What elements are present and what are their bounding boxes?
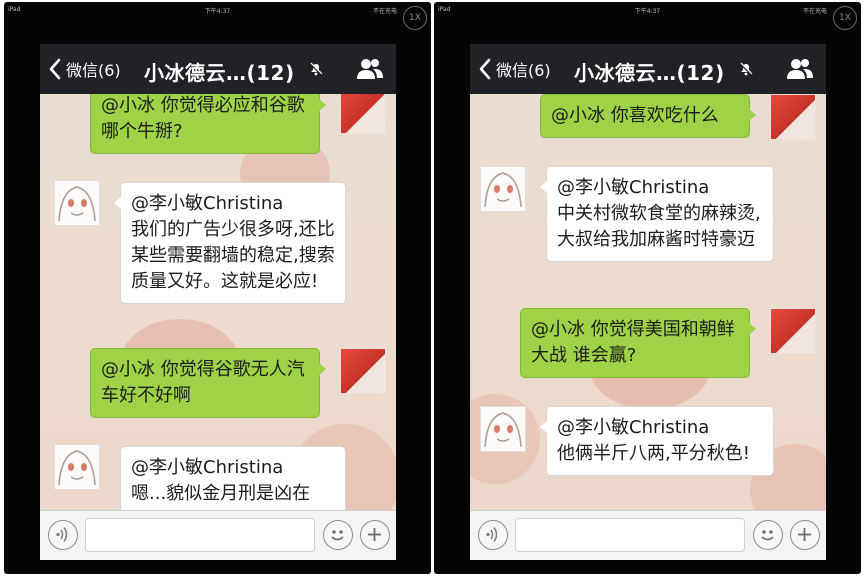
plus-icon bbox=[368, 528, 381, 541]
message-input[interactable] bbox=[85, 518, 315, 552]
nav-bar: 微信(6) 小冰德云…(12) bbox=[470, 44, 826, 94]
zoom-badge[interactable]: 1X bbox=[403, 6, 427, 30]
emoji-button[interactable] bbox=[323, 520, 353, 550]
avatar-self[interactable] bbox=[770, 94, 816, 140]
message-bubble-other[interactable]: @李小敏Christina 他俩半斤八两,平分秋色! bbox=[540, 406, 774, 476]
avatar-contact[interactable] bbox=[480, 406, 526, 452]
message-input[interactable] bbox=[515, 518, 745, 552]
voice-input-icon bbox=[486, 527, 498, 542]
input-bar bbox=[40, 510, 396, 560]
cartoon-face-icon bbox=[484, 412, 522, 448]
cartoon-face-icon bbox=[484, 172, 522, 208]
back-button[interactable]: 微信(6) bbox=[48, 56, 121, 82]
chat-area: @小冰 你觉得必应和谷歌 哪个牛掰? @李小敏Christina 我们的广告少很… bbox=[40, 94, 396, 510]
nav-bar: 微信(6) 小冰德云…(12) bbox=[40, 44, 396, 94]
voice-input-icon bbox=[56, 527, 68, 542]
chat-title: 小冰德云…(12) bbox=[144, 61, 295, 85]
message-bubble-mine[interactable]: @小冰 你喜欢吃什么 bbox=[540, 94, 756, 138]
avatar-self[interactable] bbox=[340, 348, 386, 394]
cartoon-face-icon bbox=[58, 186, 96, 222]
message-bubble-other[interactable]: @李小敏Christina 我们的广告少很多呀,还比某些需要翻墙的稳定,搜索质量… bbox=[114, 182, 346, 304]
avatar-contact[interactable] bbox=[54, 180, 100, 226]
status-bar: iPad 下午4:37 不在充电 bbox=[434, 2, 861, 18]
plus-icon bbox=[798, 528, 811, 541]
chevron-left-icon bbox=[49, 58, 61, 80]
avatar-contact[interactable] bbox=[480, 166, 526, 212]
mute-bell-icon bbox=[309, 62, 323, 76]
mute-bell-icon bbox=[739, 62, 753, 76]
message-bubble-mine[interactable]: @小冰 你觉得谷歌无人汽车好不好啊 bbox=[90, 348, 326, 418]
status-time: 下午4:37 bbox=[204, 8, 231, 15]
ipad-right: iPad 下午4:37 不在充电 1X 微信(6) 小冰德云…(12) @小冰 … bbox=[434, 2, 861, 574]
back-label: 微信(6) bbox=[66, 61, 121, 80]
chat-screen: 微信(6) 小冰德云…(12) @小冰 你喜欢吃什么 @李小敏Christina… bbox=[470, 44, 826, 560]
voice-button[interactable] bbox=[48, 520, 78, 550]
chat-title: 小冰德云…(12) bbox=[574, 61, 725, 85]
chat-area: @小冰 你喜欢吃什么 @李小敏Christina 中关村微软食堂的麻辣烫,大叔给… bbox=[470, 94, 826, 510]
emoji-icon bbox=[761, 530, 774, 541]
more-button[interactable] bbox=[790, 520, 820, 550]
message-bubble-mine[interactable]: @小冰 你觉得必应和谷歌 哪个牛掰? bbox=[90, 94, 326, 154]
status-bar: iPad 下午4:37 不在充电 bbox=[4, 2, 431, 18]
message-bubble-other[interactable]: @李小敏Christina 中关村微软食堂的麻辣烫,大叔给我加麻酱时特豪迈 bbox=[540, 166, 774, 262]
emoji-button[interactable] bbox=[753, 520, 783, 550]
group-members-icon[interactable] bbox=[356, 57, 384, 81]
message-bubble-mine[interactable]: @小冰 你觉得美国和朝鲜大战 谁会赢? bbox=[520, 308, 756, 378]
more-button[interactable] bbox=[360, 520, 390, 550]
back-label: 微信(6) bbox=[496, 61, 551, 80]
status-time: 下午4:37 bbox=[634, 8, 661, 15]
avatar-contact[interactable] bbox=[54, 444, 100, 490]
chat-screen: 微信(6) 小冰德云…(12) @小冰 你觉得必应和谷歌 哪个牛掰? @李小敏C… bbox=[40, 44, 396, 560]
message-bubble-other[interactable]: @李小敏Christina 嗯...貌似金月刑是凶在 bbox=[120, 446, 346, 510]
back-button[interactable]: 微信(6) bbox=[478, 56, 551, 82]
cartoon-face-icon bbox=[58, 450, 96, 486]
emoji-icon bbox=[331, 530, 344, 541]
chevron-left-icon bbox=[479, 58, 491, 80]
avatar-self[interactable] bbox=[770, 308, 816, 354]
input-bar bbox=[470, 510, 826, 560]
battery-status: 不在充电 bbox=[372, 8, 397, 15]
ipad-left: iPad 下午4:37 不在充电 1X 微信(6) 小冰德云…(12) @小冰 … bbox=[4, 2, 431, 574]
group-members-icon[interactable] bbox=[786, 57, 814, 81]
voice-button[interactable] bbox=[478, 520, 508, 550]
battery-status: 不在充电 bbox=[802, 8, 827, 15]
zoom-badge[interactable]: 1X bbox=[833, 6, 857, 30]
avatar-self[interactable] bbox=[340, 94, 386, 134]
